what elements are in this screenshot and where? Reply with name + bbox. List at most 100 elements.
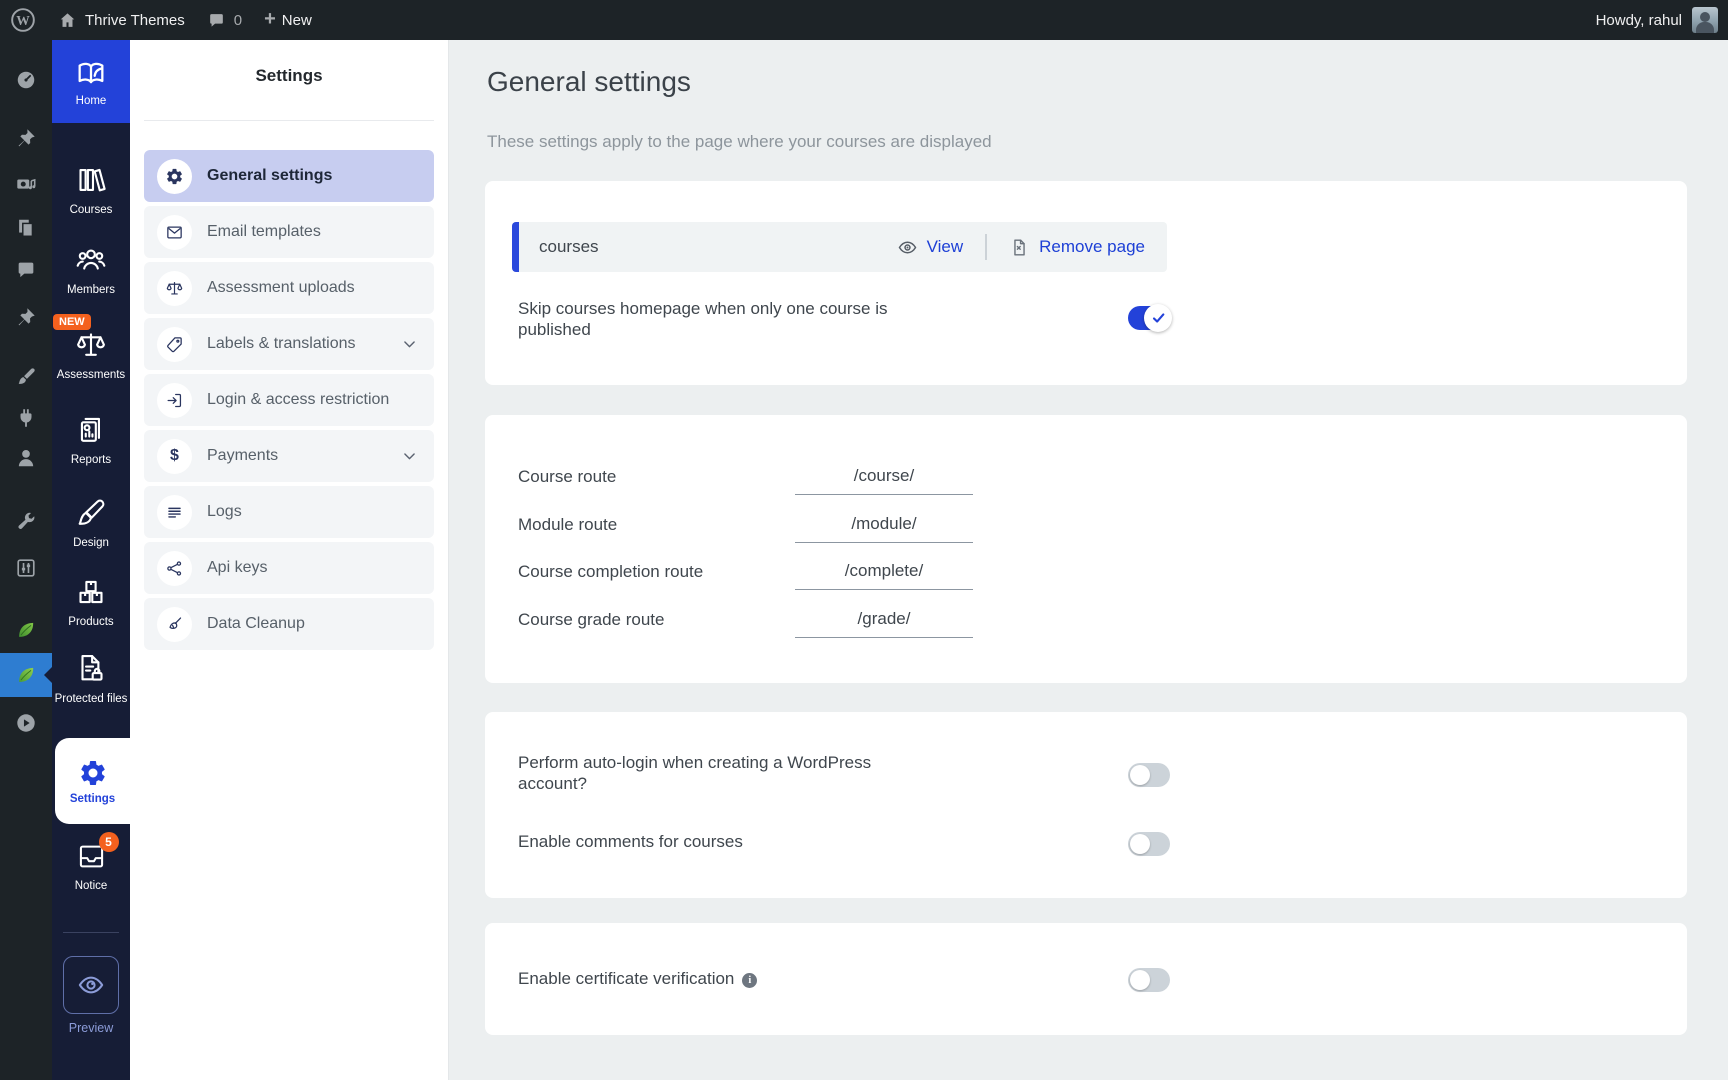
menu-item-general-settings[interactable]: General settings — [144, 150, 434, 202]
users-icon[interactable] — [15, 447, 37, 469]
skip-homepage-toggle[interactable] — [1128, 306, 1170, 330]
sidebar-item-settings[interactable]: Settings — [55, 738, 130, 824]
sidebar-item-protected-files[interactable]: Protected files — [52, 651, 130, 706]
sidebar-item-label: Assessments — [52, 369, 130, 381]
options-sliders-icon[interactable] — [15, 557, 37, 579]
posts-pin-icon[interactable] — [15, 127, 37, 149]
sidebar-item-assessments[interactable]: Assessments — [52, 328, 130, 381]
enable-comments-label: Enable comments for courses — [518, 831, 938, 852]
sidebar-item-products[interactable]: Products — [52, 575, 130, 628]
comments-link[interactable]: 0 — [196, 0, 253, 40]
grade-route-field[interactable]: /grade/ — [795, 602, 973, 638]
view-label: View — [927, 237, 964, 257]
icon-circle — [157, 327, 192, 362]
completion-route-field[interactable]: /complete/ — [795, 554, 973, 590]
enable-comments-toggle[interactable] — [1128, 832, 1170, 856]
toggle-knob — [1144, 304, 1172, 332]
course-route-field[interactable]: /course/ — [795, 459, 973, 495]
pages-icon[interactable] — [15, 217, 37, 239]
toggle-knob — [1130, 834, 1150, 854]
document-x-icon — [1009, 237, 1030, 258]
courses-page-field[interactable]: courses View — [512, 222, 1167, 272]
howdy-greeting: Howdy, rahul — [1596, 12, 1682, 29]
dashboard-icon[interactable] — [15, 69, 37, 91]
menu-item-email-templates[interactable]: Email templates — [144, 206, 434, 258]
field-accent-bar — [512, 222, 519, 272]
video-play-icon[interactable] — [15, 712, 37, 734]
thrive-apprentice-leaf-icon — [15, 664, 37, 686]
icon-circle — [157, 607, 192, 642]
appearance-brush-icon[interactable] — [15, 366, 37, 388]
courses-page-card: courses View — [485, 181, 1687, 385]
dollar-icon: $ — [170, 447, 179, 465]
screen: W Thrive Themes 0 + New Howdy, rahul — [0, 0, 1728, 1080]
menu-item-login-access[interactable]: Login & access restriction — [144, 374, 434, 426]
cleanup-broom-icon — [165, 615, 184, 634]
comments-count: 0 — [234, 12, 242, 29]
remove-page-label: Remove page — [1039, 237, 1145, 257]
settings-gear-icon — [78, 758, 108, 788]
menu-item-label: Payments — [207, 447, 278, 465]
remove-page-link[interactable]: Remove page — [1009, 237, 1145, 258]
sidebar-item-label: Preview — [52, 1021, 130, 1035]
module-route-field[interactable]: /module/ — [795, 507, 973, 543]
plugins-icon[interactable] — [15, 407, 37, 429]
sidebar-item-home[interactable]: Home — [52, 40, 130, 123]
sidebar-item-label: Home — [76, 95, 107, 107]
thrive-leaf-icon[interactable] — [15, 619, 37, 641]
route-label: Course route — [518, 459, 616, 495]
thrive-apprentice-rail-item[interactable] — [0, 653, 52, 697]
panel-divider — [144, 120, 434, 121]
options-card: Perform auto-login when creating a WordP… — [485, 712, 1687, 898]
sidebar-item-reports[interactable]: Reports — [52, 413, 130, 466]
icon-circle — [157, 495, 192, 530]
menu-item-labels-translations[interactable]: Labels & translations — [144, 318, 434, 370]
new-content-menu[interactable]: + New — [253, 0, 323, 40]
settings-menu: General settings Email templates — [144, 150, 434, 654]
media-icon[interactable] — [15, 174, 37, 196]
sidebar-item-courses[interactable]: Courses — [52, 163, 130, 216]
site-name-link[interactable]: Thrive Themes — [47, 0, 196, 40]
user-avatar — [1692, 7, 1718, 33]
eye-icon — [897, 237, 918, 258]
page-title: General settings — [487, 66, 691, 98]
chevron-down-icon[interactable] — [401, 448, 418, 465]
svg-text:W: W — [16, 13, 30, 28]
menu-item-label: Assessment uploads — [207, 279, 355, 297]
menu-item-api-keys[interactable]: Api keys — [144, 542, 434, 594]
sidebar-item-label: Notice — [52, 880, 130, 892]
sidebar-item-label: Members — [52, 284, 130, 296]
certificate-toggle[interactable] — [1128, 968, 1170, 992]
wp-admin-bar: W Thrive Themes 0 + New Howdy, rahul — [0, 0, 1728, 40]
auto-login-toggle[interactable] — [1128, 763, 1170, 787]
menu-item-data-cleanup[interactable]: Data Cleanup — [144, 598, 434, 650]
auto-login-label: Perform auto-login when creating a WordP… — [518, 752, 938, 794]
chevron-down-icon[interactable] — [401, 336, 418, 353]
wordpress-logo-menu[interactable]: W — [0, 0, 47, 40]
sidebar-item-preview[interactable]: Preview — [52, 956, 130, 1035]
toggle-knob — [1130, 765, 1150, 785]
info-icon[interactable]: i — [742, 973, 757, 988]
new-badge: NEW — [53, 314, 91, 330]
route-row: Course completion route /complete/ — [518, 554, 1654, 590]
view-page-link[interactable]: View — [897, 237, 964, 258]
menu-item-payments[interactable]: $ Payments — [144, 430, 434, 482]
sidebar-item-label: Protected files — [52, 692, 130, 706]
menu-item-logs[interactable]: Logs — [144, 486, 434, 538]
certificate-label-text: Enable certificate verification — [518, 969, 734, 988]
products-boxes-icon — [74, 575, 108, 609]
preview-button — [63, 956, 119, 1014]
sidebar-item-design[interactable]: Design — [52, 496, 130, 549]
route-label: Course grade route — [518, 602, 664, 638]
menu-item-assessment-uploads[interactable]: Assessment uploads — [144, 262, 434, 314]
sidebar-item-members[interactable]: Members — [52, 243, 130, 296]
check-icon — [1150, 310, 1166, 326]
comments-icon[interactable] — [15, 259, 37, 281]
sidebar-item-notice[interactable]: 5 Notice — [52, 840, 130, 892]
main-content: General settings These settings apply to… — [448, 40, 1728, 1080]
tag-icon — [165, 335, 184, 354]
route-label: Course completion route — [518, 554, 703, 590]
tools-wrench-icon[interactable] — [15, 510, 37, 532]
custom-post-pin-icon[interactable] — [15, 306, 37, 328]
account-menu[interactable]: Howdy, rahul — [1596, 7, 1728, 33]
